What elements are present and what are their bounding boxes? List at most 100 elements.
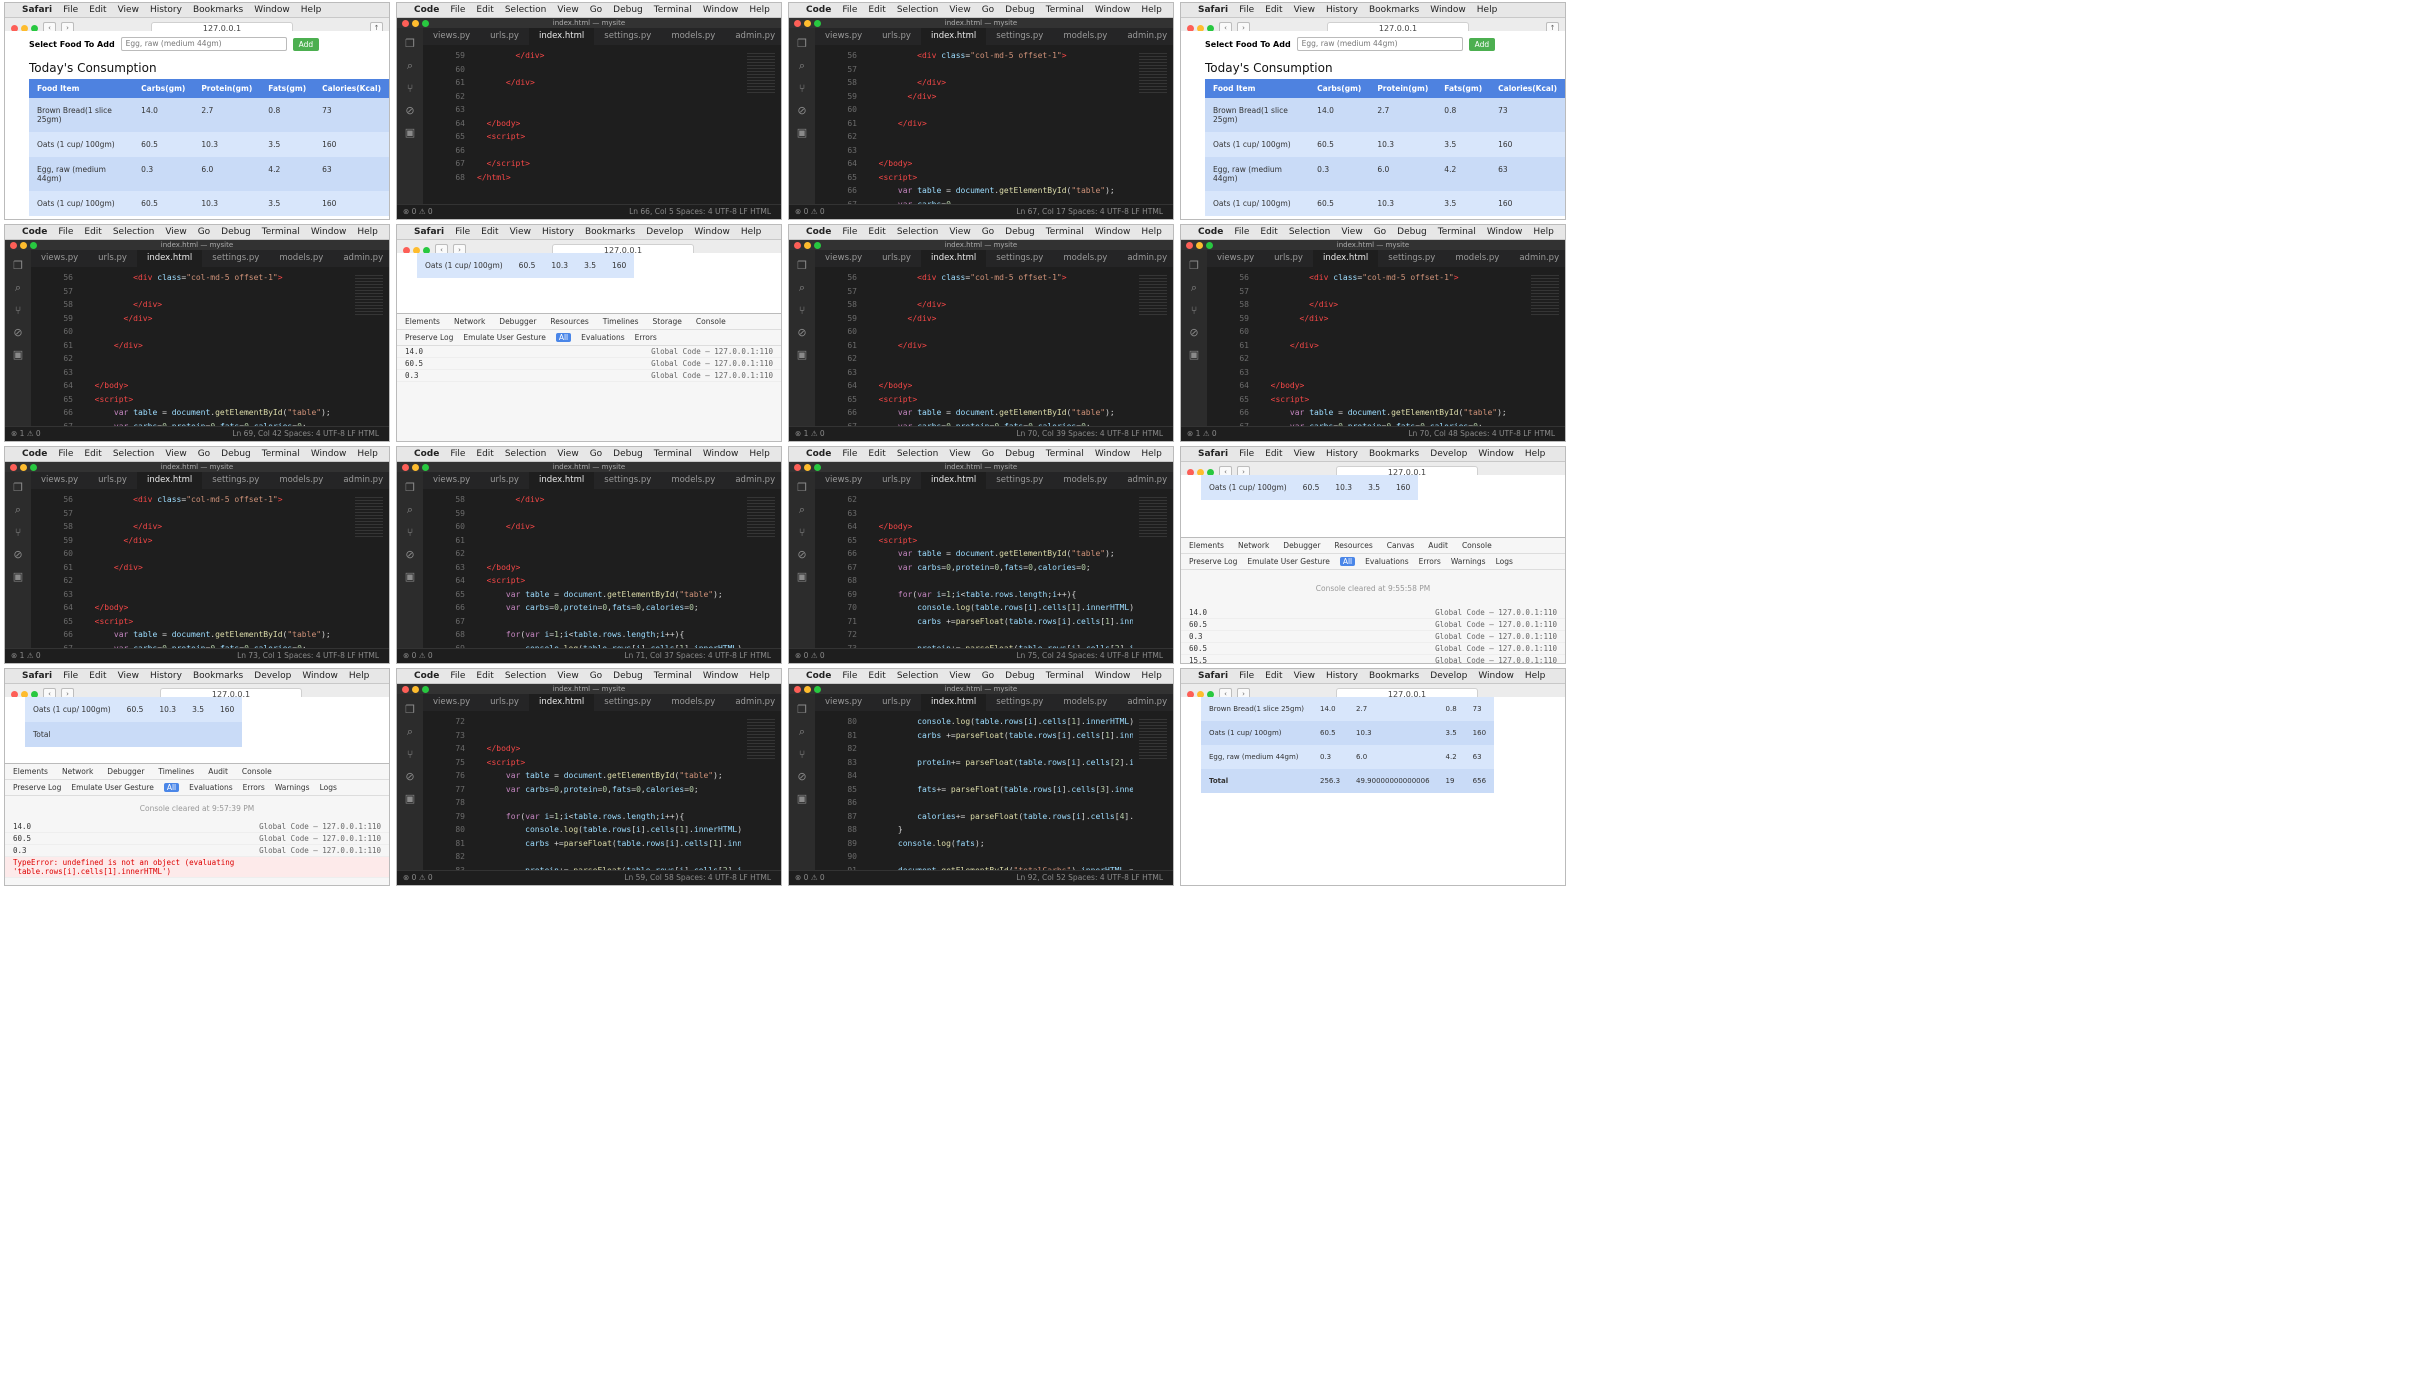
- search-icon[interactable]: ⌕: [789, 59, 815, 73]
- git-icon[interactable]: ⑂: [789, 748, 815, 761]
- code-editor[interactable]: 72 73 74 75 76 77 78 79 80 81 82 83 84 8…: [423, 711, 781, 871]
- tab-models[interactable]: models.py: [661, 28, 725, 45]
- git-icon[interactable]: ⑂: [789, 82, 815, 95]
- files-icon[interactable]: ❐: [789, 259, 815, 272]
- add-button[interactable]: Add: [292, 37, 320, 51]
- error-icon[interactable]: ⊗ 0 ⚠ 0: [403, 207, 433, 216]
- extensions-icon[interactable]: ▣: [1181, 348, 1207, 361]
- search-icon[interactable]: ⌕: [397, 59, 423, 73]
- tab-settings[interactable]: settings.py: [594, 28, 661, 45]
- search-icon[interactable]: ⌕: [789, 503, 815, 517]
- debug-icon[interactable]: ⊘: [1181, 326, 1207, 339]
- code-text[interactable]: console.log(table.rows[i].cells[1].inner…: [869, 715, 1133, 871]
- console-row[interactable]: 15.5 Global Code — 127.0.0.1:110: [1181, 655, 1565, 663]
- code-text[interactable]: </body> <script> var table = document.ge…: [477, 715, 741, 871]
- debug-icon[interactable]: ⊘: [5, 326, 31, 339]
- extensions-icon[interactable]: ▣: [789, 792, 815, 805]
- git-icon[interactable]: ⑂: [5, 304, 31, 317]
- code-text[interactable]: </div> </div> </body> <script> var table…: [477, 493, 741, 649]
- extensions-icon[interactable]: ▣: [789, 348, 815, 361]
- search-icon[interactable]: ⌕: [397, 725, 423, 739]
- menu-app[interactable]: Safari: [22, 5, 52, 15]
- extensions-icon[interactable]: ▣: [789, 570, 815, 583]
- debug-icon[interactable]: ⊘: [5, 548, 31, 561]
- add-button[interactable]: Add: [1468, 37, 1496, 51]
- git-icon[interactable]: ⑂: [397, 526, 423, 539]
- debug-icon[interactable]: ⊘: [789, 104, 815, 117]
- extensions-icon[interactable]: ▣: [397, 570, 423, 583]
- tab-admin[interactable]: admin.py: [725, 28, 781, 45]
- search-icon[interactable]: ⌕: [5, 503, 31, 517]
- menu-bookmarks[interactable]: Bookmarks: [193, 5, 243, 15]
- git-icon[interactable]: ⑂: [5, 526, 31, 539]
- code-text[interactable]: </body> <script> var table = document.ge…: [869, 493, 1133, 649]
- code-text[interactable]: <div class="col-md-5 offset-1"> </div> <…: [869, 271, 1133, 427]
- search-icon[interactable]: ⌕: [397, 503, 423, 517]
- debug-icon[interactable]: ⊘: [789, 770, 815, 783]
- menu-history[interactable]: History: [150, 5, 182, 15]
- debug-icon[interactable]: ⊘: [789, 326, 815, 339]
- debug-icon[interactable]: ⊘: [397, 104, 423, 117]
- tab-index[interactable]: index.html: [528, 28, 595, 45]
- food-select[interactable]: Egg, raw (medium 44gm): [1296, 37, 1463, 51]
- minimap[interactable]: [747, 53, 775, 93]
- git-icon[interactable]: ⑂: [1181, 304, 1207, 317]
- files-icon[interactable]: ❐: [5, 481, 31, 494]
- extensions-icon[interactable]: ▣: [397, 792, 423, 805]
- code-text[interactable]: <div class="col-md-5 offset-1"> </div> <…: [869, 49, 1133, 205]
- code-editor[interactable]: 58 59 60 61 62 63 64 65 66 67 68 69 70 7…: [423, 489, 781, 649]
- files-icon[interactable]: ❐: [789, 481, 815, 494]
- files-icon[interactable]: ❐: [397, 703, 423, 716]
- console-row[interactable]: 60.5 Global Code — 127.0.0.1:110: [397, 358, 781, 370]
- debug-icon[interactable]: ⊘: [789, 548, 815, 561]
- extensions-icon[interactable]: ▣: [397, 126, 423, 139]
- console-row[interactable]: 60.5 Global Code — 127.0.0.1:110: [5, 833, 389, 845]
- tab-urls[interactable]: urls.py: [480, 28, 529, 45]
- console-row[interactable]: 14.0 Global Code — 127.0.0.1:110: [1181, 607, 1565, 619]
- code-editor[interactable]: 80 81 82 83 84 85 86 87 88 89 90 91 92 9…: [815, 711, 1173, 871]
- menu-view[interactable]: View: [118, 5, 139, 15]
- menu-edit[interactable]: Edit: [89, 5, 106, 15]
- search-icon[interactable]: ⌕: [789, 725, 815, 739]
- search-icon[interactable]: ⌕: [1181, 281, 1207, 295]
- git-icon[interactable]: ⑂: [789, 304, 815, 317]
- files-icon[interactable]: ❐: [5, 259, 31, 272]
- extensions-icon[interactable]: ▣: [5, 570, 31, 583]
- git-icon[interactable]: ⑂: [397, 82, 423, 95]
- code-editor[interactable]: 56 57 58 59 60 61 62 63 64 65 66 67 68 6…: [815, 45, 1173, 205]
- code-editor[interactable]: 62 63 64 65 66 67 68 69 70 71 72 73 74 7…: [815, 489, 1173, 649]
- debug-icon[interactable]: ⊘: [397, 548, 423, 561]
- menu-window[interactable]: Window: [254, 5, 290, 15]
- menu-help[interactable]: Help: [301, 5, 322, 15]
- git-icon[interactable]: ⑂: [397, 748, 423, 761]
- code-editor[interactable]: 56 57 58 59 60 61 62 63 64 65 66 67 68 6…: [31, 489, 389, 649]
- files-icon[interactable]: ❐: [789, 37, 815, 50]
- git-icon[interactable]: ⑂: [789, 526, 815, 539]
- code-text[interactable]: <div class="col-md-5 offset-1"> </div> <…: [85, 493, 349, 649]
- console-row[interactable]: 14.0 Global Code — 127.0.0.1:110: [5, 821, 389, 833]
- files-icon[interactable]: ❐: [1181, 259, 1207, 272]
- tab-views[interactable]: views.py: [423, 28, 480, 45]
- search-icon[interactable]: ⌕: [5, 281, 31, 295]
- debug-icon[interactable]: ⊘: [397, 770, 423, 783]
- console-row[interactable]: 14.0 Global Code — 127.0.0.1:110: [397, 346, 781, 358]
- code-text[interactable]: </div> </div> </body> <script> </script>…: [477, 49, 741, 184]
- search-icon[interactable]: ⌕: [789, 281, 815, 295]
- files-icon[interactable]: ❐: [397, 37, 423, 50]
- console-row[interactable]: 60.5 Global Code — 127.0.0.1:110: [1181, 643, 1565, 655]
- code-editor[interactable]: 56 57 58 59 60 61 62 63 64 65 66 67 68 6…: [815, 267, 1173, 427]
- food-select[interactable]: Egg, raw (medium 44gm): [120, 37, 287, 51]
- console-row[interactable]: 60.5 Global Code — 127.0.0.1:110: [1181, 619, 1565, 631]
- files-icon[interactable]: ❐: [789, 703, 815, 716]
- menu-file[interactable]: File: [63, 5, 78, 15]
- console-row[interactable]: 0.3 Global Code — 127.0.0.1:110: [5, 845, 389, 857]
- files-icon[interactable]: ❐: [397, 481, 423, 494]
- console-row[interactable]: 0.3 Global Code — 127.0.0.1:110: [397, 370, 781, 382]
- code-editor[interactable]: 59 60 61 62 63 64 65 66 67 68 </div> </d…: [423, 45, 781, 205]
- console-error-row[interactable]: TypeError: undefined is not an object (e…: [5, 857, 389, 878]
- code-text[interactable]: <div class="col-md-5 offset-1"> </div> <…: [1261, 271, 1525, 427]
- code-text[interactable]: <div class="col-md-5 offset-1"> </div> <…: [85, 271, 349, 427]
- extensions-icon[interactable]: ▣: [5, 348, 31, 361]
- code-editor[interactable]: 56 57 58 59 60 61 62 63 64 65 66 67 68 6…: [31, 267, 389, 427]
- code-editor[interactable]: 56 57 58 59 60 61 62 63 64 65 66 67 68 6…: [1207, 267, 1565, 427]
